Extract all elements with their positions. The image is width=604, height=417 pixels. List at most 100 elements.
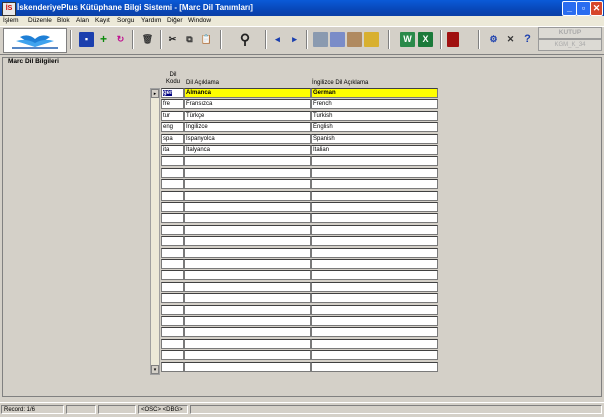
cell-code[interactable]: [161, 156, 184, 167]
cell-desc[interactable]: Fransızca: [184, 99, 311, 110]
cell-code[interactable]: [161, 350, 184, 361]
cell-eng[interactable]: [311, 316, 438, 326]
cell-desc[interactable]: [184, 327, 311, 338]
menu-sorgu[interactable]: Sorgu: [117, 16, 134, 26]
vertical-scrollbar[interactable]: ▸ ▾: [150, 88, 160, 375]
cell-code[interactable]: [161, 270, 184, 281]
cell-eng[interactable]: [311, 213, 438, 224]
tools-icon[interactable]: ✕: [503, 32, 518, 47]
cell-code[interactable]: [161, 304, 184, 315]
cell-desc[interactable]: [184, 224, 311, 235]
refresh-icon[interactable]: ↻: [113, 32, 128, 47]
cell-eng[interactable]: [311, 156, 438, 167]
menu-alan[interactable]: Alan: [76, 16, 89, 26]
cell-desc[interactable]: İngilizce: [184, 122, 311, 133]
cell-eng[interactable]: [311, 259, 438, 269]
menu-yardim[interactable]: Yardım: [141, 16, 161, 26]
cell-eng[interactable]: German: [311, 88, 438, 98]
cell-desc[interactable]: Almanca: [184, 88, 311, 98]
cell-eng[interactable]: [311, 350, 438, 361]
cell-code[interactable]: fre: [161, 99, 184, 110]
add-record-icon[interactable]: +: [96, 32, 111, 47]
cell-code[interactable]: [161, 281, 184, 292]
cell-desc[interactable]: [184, 236, 311, 247]
cell-code[interactable]: [161, 167, 184, 178]
cell-desc[interactable]: [184, 247, 311, 258]
cell-desc[interactable]: [184, 270, 311, 281]
cell-eng[interactable]: French: [311, 99, 438, 110]
search-icon[interactable]: ⚲: [235, 32, 255, 47]
cell-desc[interactable]: [184, 361, 311, 372]
first-icon[interactable]: [313, 32, 328, 47]
cell-desc[interactable]: [184, 179, 311, 190]
cell-eng[interactable]: [311, 167, 438, 178]
maximize-button[interactable]: ▫: [576, 1, 591, 16]
cell-eng[interactable]: [311, 338, 438, 349]
menu-blok[interactable]: Blok: [57, 16, 70, 26]
cell-code[interactable]: tur: [161, 110, 184, 121]
help-icon[interactable]: ?: [520, 32, 535, 47]
trash-icon[interactable]: 🗑: [140, 32, 155, 47]
menu-diger[interactable]: Diğer: [167, 16, 183, 26]
cell-desc[interactable]: [184, 281, 311, 292]
cell-eng[interactable]: [311, 224, 438, 235]
cell-eng[interactable]: [311, 179, 438, 190]
close-button[interactable]: ✕: [590, 1, 603, 16]
cell-desc[interactable]: [184, 350, 311, 361]
cell-eng[interactable]: [311, 236, 438, 247]
cell-eng[interactable]: [311, 270, 438, 281]
cell-code[interactable]: [161, 259, 184, 269]
cell-eng[interactable]: Turkish: [311, 110, 438, 121]
cell-eng[interactable]: [311, 327, 438, 338]
excel-icon[interactable]: X: [418, 32, 433, 47]
cell-code[interactable]: [161, 338, 184, 349]
cell-desc[interactable]: [184, 190, 311, 201]
cell-code[interactable]: [161, 202, 184, 212]
cell-eng[interactable]: English: [311, 122, 438, 133]
paste-icon[interactable]: 📋: [199, 32, 214, 47]
previous-record-icon[interactable]: ◂: [270, 32, 285, 47]
cell-eng[interactable]: [311, 304, 438, 315]
cell-desc[interactable]: [184, 202, 311, 212]
menu-window[interactable]: Window: [188, 16, 211, 26]
menu-duzenle[interactable]: Düzenle: [28, 16, 52, 26]
cell-eng[interactable]: [311, 281, 438, 292]
folder-icon[interactable]: [347, 32, 362, 47]
cell-eng[interactable]: [311, 202, 438, 212]
menu-islem[interactable]: İşlem: [3, 16, 19, 26]
cell-code[interactable]: [161, 361, 184, 372]
cell-desc[interactable]: İspanyolca: [184, 133, 311, 144]
menu-kayit[interactable]: Kayıt: [95, 16, 110, 26]
cell-eng[interactable]: [311, 190, 438, 201]
cut-icon[interactable]: ✂: [165, 32, 180, 47]
cell-code[interactable]: [161, 179, 184, 190]
scroll-up-icon[interactable]: ▸: [151, 89, 159, 98]
next-record-icon[interactable]: ▸: [287, 32, 302, 47]
cell-code[interactable]: [161, 190, 184, 201]
cell-code[interactable]: [161, 293, 184, 304]
cell-desc[interactable]: İtalyanca: [184, 145, 311, 155]
cell-desc[interactable]: [184, 293, 311, 304]
cell-desc[interactable]: [184, 156, 311, 167]
save-icon[interactable]: ▪: [79, 32, 94, 47]
word-icon[interactable]: W: [400, 32, 415, 47]
cell-eng[interactable]: [311, 361, 438, 372]
cell-desc[interactable]: Türkçe: [184, 110, 311, 121]
scroll-down-icon[interactable]: ▾: [151, 365, 159, 374]
settings-icon[interactable]: ⚙: [486, 32, 501, 47]
cell-code[interactable]: [161, 224, 184, 235]
cell-code[interactable]: eng: [161, 122, 184, 133]
cell-desc[interactable]: [184, 213, 311, 224]
cell-code[interactable]: [161, 316, 184, 326]
minimize-button[interactable]: _: [562, 1, 577, 16]
cell-eng[interactable]: [311, 293, 438, 304]
cell-code[interactable]: ger: [161, 88, 184, 98]
image-icon[interactable]: [330, 32, 345, 47]
cell-eng[interactable]: Italian: [311, 145, 438, 155]
cell-desc[interactable]: [184, 167, 311, 178]
cell-desc[interactable]: [184, 304, 311, 315]
cell-desc[interactable]: [184, 316, 311, 326]
export-icon[interactable]: [364, 32, 379, 47]
exit-icon[interactable]: [447, 32, 459, 47]
cell-code[interactable]: [161, 236, 184, 247]
